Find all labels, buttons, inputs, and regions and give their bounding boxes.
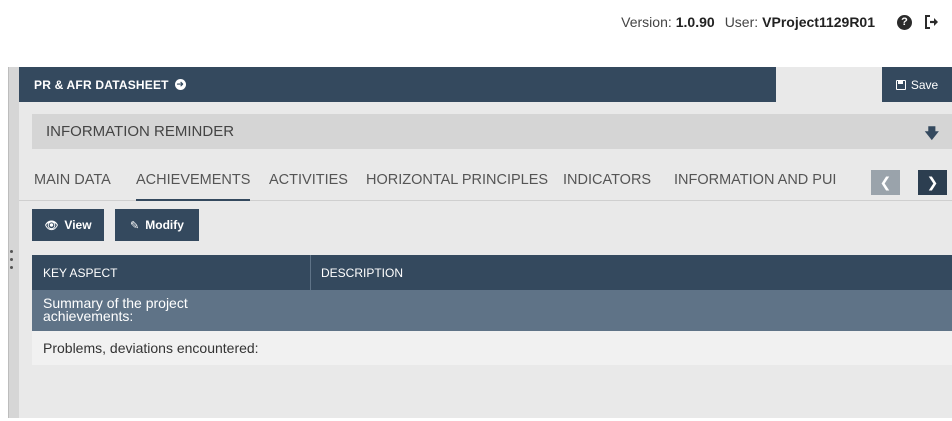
tab-main-data[interactable]: MAIN DATA xyxy=(34,159,111,201)
tab-horizontal-principles[interactable]: HORIZONTAL PRINCIPLES xyxy=(366,159,548,201)
chevron-right-icon: ❯ xyxy=(926,174,939,190)
left-splitter[interactable] xyxy=(8,67,19,418)
tabs-next-button[interactable]: ❯ xyxy=(918,170,947,195)
tab-achievements[interactable]: ACHIEVEMENTS xyxy=(136,159,251,201)
user-value: VProject1129R01 xyxy=(762,14,875,30)
information-reminder-bar[interactable]: INFORMATION REMINDER 🡇 xyxy=(32,114,952,149)
save-icon xyxy=(895,79,906,90)
information-reminder-label: INFORMATION REMINDER xyxy=(46,123,235,140)
header-spacer xyxy=(776,67,882,102)
column-header-key-aspect: KEY ASPECT xyxy=(32,255,311,290)
table-row[interactable]: Summary of the project achievements: xyxy=(32,290,952,331)
chevron-left-icon: ❮ xyxy=(879,174,892,190)
arrow-down-icon[interactable]: 🡇 xyxy=(925,123,939,147)
drag-handle-icon[interactable] xyxy=(10,250,14,269)
version-label: Version: xyxy=(621,14,672,30)
arrow-right-circle-icon[interactable]: ➜ xyxy=(174,79,186,90)
save-button[interactable]: Save xyxy=(882,67,952,102)
key-aspect-cell: Problems, deviations encountered: xyxy=(43,340,259,356)
help-icon[interactable]: ? xyxy=(897,14,912,30)
key-aspect-cell: Summary of the project achievements: xyxy=(43,295,188,324)
pencil-icon: ✎ xyxy=(130,219,140,232)
modify-button[interactable]: ✎ Modify xyxy=(115,209,199,241)
tab-information-and-publicity[interactable]: INFORMATION AND PUI xyxy=(674,159,839,201)
tab-bar: MAIN DATA ACHIEVEMENTS ACTIVITIES HORIZO… xyxy=(19,159,952,201)
tabs-prev-button[interactable]: ❮ xyxy=(871,170,900,195)
table-header: KEY ASPECT DESCRIPTION xyxy=(32,255,952,290)
datasheet-panel: PR & AFR DATASHEET ➜ Save INFORMATION RE… xyxy=(19,67,952,418)
save-label: Save xyxy=(910,77,939,92)
achievements-table: KEY ASPECT DESCRIPTION Summary of the pr… xyxy=(32,255,952,365)
table-row[interactable]: Problems, deviations encountered: xyxy=(32,331,952,365)
user-label: User: xyxy=(724,14,759,30)
eye-icon: 👁 xyxy=(44,219,59,232)
datasheet-title: PR & AFR DATASHEET xyxy=(34,77,169,92)
version-value: 1.0.90 xyxy=(675,14,715,30)
tab-activities[interactable]: ACTIVITIES xyxy=(269,159,348,201)
datasheet-header: PR & AFR DATASHEET ➜ xyxy=(19,67,776,102)
top-bar: Version: 1.0.90 User: VProject1129R01 ? xyxy=(621,12,940,32)
view-button[interactable]: 👁 View xyxy=(32,209,104,241)
logout-icon[interactable] xyxy=(924,15,940,29)
column-header-description: DESCRIPTION xyxy=(321,265,404,280)
tab-indicators[interactable]: INDICATORS xyxy=(563,159,651,201)
